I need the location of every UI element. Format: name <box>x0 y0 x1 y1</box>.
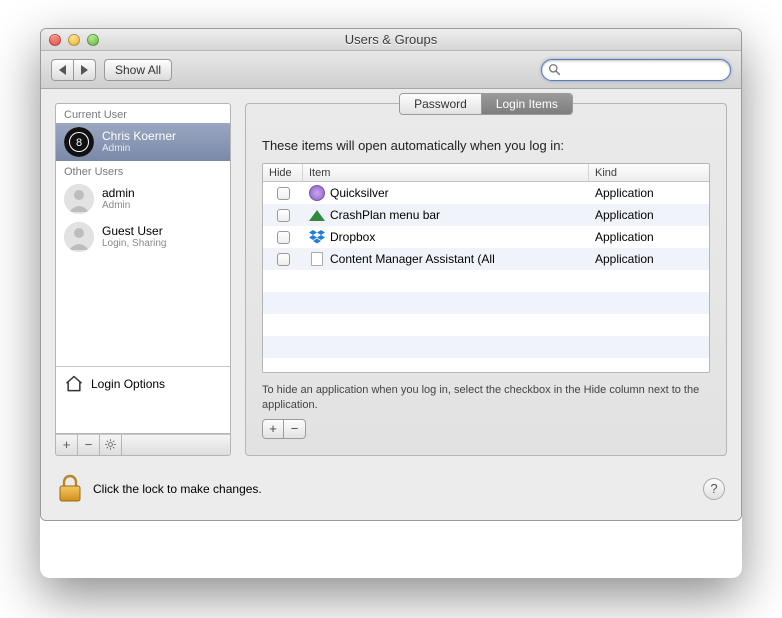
gear-icon <box>104 438 117 451</box>
login-items-table: Hide Item Kind Quicksilver Application <box>262 163 710 373</box>
chevron-right-icon <box>81 65 88 75</box>
hide-checkbox[interactable] <box>277 231 290 244</box>
crashplan-icon <box>309 207 325 223</box>
back-button[interactable] <box>51 59 74 81</box>
toolbar: Show All <box>41 51 741 89</box>
nav-back-forward <box>51 59 96 81</box>
house-icon <box>64 374 84 394</box>
hide-checkbox[interactable] <box>277 253 290 266</box>
item-kind: Application <box>589 208 709 222</box>
login-items-intro: These items will open automatically when… <box>262 138 710 153</box>
table-row-empty <box>263 292 709 314</box>
table-header: Hide Item Kind <box>263 164 709 182</box>
lock-text: Click the lock to make changes. <box>93 482 262 496</box>
search-icon <box>548 63 561 76</box>
col-kind[interactable]: Kind <box>589 164 709 181</box>
sidebar-user-item[interactable]: admin Admin <box>56 180 230 218</box>
col-item[interactable]: Item <box>303 164 589 181</box>
col-hide[interactable]: Hide <box>263 164 303 181</box>
help-icon: ? <box>710 481 717 496</box>
add-user-button[interactable]: + <box>56 435 78 455</box>
main-panel: Password Login Items These items will op… <box>245 103 727 456</box>
item-name: Quicksilver <box>330 186 389 200</box>
users-sidebar: Current User 8 Chris Koerner Admin Other… <box>55 103 231 434</box>
avatar <box>64 222 94 252</box>
titlebar: Users & Groups <box>41 29 741 51</box>
table-row[interactable]: Dropbox Application <box>263 226 709 248</box>
search-field-wrap[interactable] <box>541 59 731 81</box>
add-login-item-button[interactable]: + <box>262 419 284 439</box>
table-row[interactable]: CrashPlan menu bar Application <box>263 204 709 226</box>
item-kind: Application <box>589 252 709 266</box>
sidebar-footer: + − <box>55 434 231 456</box>
current-user-label: Current User <box>56 104 230 123</box>
tab-password[interactable]: Password <box>400 94 481 114</box>
login-options-label: Login Options <box>91 377 165 391</box>
user-actions-button[interactable] <box>100 435 122 455</box>
remove-user-button[interactable]: − <box>78 435 100 455</box>
item-name: CrashPlan menu bar <box>330 208 440 222</box>
avatar <box>64 184 94 214</box>
item-kind: Application <box>589 230 709 244</box>
hide-checkbox[interactable] <box>277 187 290 200</box>
hide-checkbox[interactable] <box>277 209 290 222</box>
item-name: Dropbox <box>330 230 375 244</box>
help-button[interactable]: ? <box>703 478 725 500</box>
chevron-left-icon <box>59 65 66 75</box>
window-footer: Click the lock to make changes. ? <box>41 470 741 520</box>
quicksilver-icon <box>309 185 325 201</box>
document-icon <box>309 251 325 267</box>
table-row[interactable]: Quicksilver Application <box>263 182 709 204</box>
item-kind: Application <box>589 186 709 200</box>
lock-icon <box>57 474 83 504</box>
avatar: 8 <box>64 127 94 157</box>
table-row-empty <box>263 358 709 373</box>
remove-login-item-button[interactable]: − <box>284 419 306 439</box>
sidebar-user-current[interactable]: 8 Chris Koerner Admin <box>56 123 230 161</box>
tab-login-items[interactable]: Login Items <box>481 94 572 114</box>
show-all-button[interactable]: Show All <box>104 59 172 81</box>
table-row[interactable]: Content Manager Assistant (All Applicati… <box>263 248 709 270</box>
hide-hint: To hide an application when you log in, … <box>262 383 710 413</box>
item-name: Content Manager Assistant (All <box>330 252 495 266</box>
user-role: Admin <box>102 143 176 154</box>
user-name: Guest User <box>102 225 167 238</box>
table-row-empty <box>263 270 709 292</box>
table-row-empty <box>263 336 709 358</box>
login-options-button[interactable]: Login Options <box>56 366 230 401</box>
lock-button[interactable] <box>57 474 83 504</box>
forward-button[interactable] <box>74 59 96 81</box>
user-name: Chris Koerner <box>102 130 176 143</box>
table-row-empty <box>263 314 709 336</box>
user-role: Admin <box>102 200 135 211</box>
other-users-label: Other Users <box>56 161 230 180</box>
dropbox-icon <box>309 229 325 245</box>
search-input[interactable] <box>565 63 724 77</box>
window-title: Users & Groups <box>41 32 741 47</box>
user-name: admin <box>102 187 135 200</box>
user-role: Login, Sharing <box>102 238 167 249</box>
table-body: Quicksilver Application CrashPlan menu b… <box>263 182 709 373</box>
preferences-window: Users & Groups Show All Current User 8 <box>40 28 742 521</box>
svg-text:8: 8 <box>76 137 82 149</box>
sidebar-user-item[interactable]: Guest User Login, Sharing <box>56 218 230 256</box>
